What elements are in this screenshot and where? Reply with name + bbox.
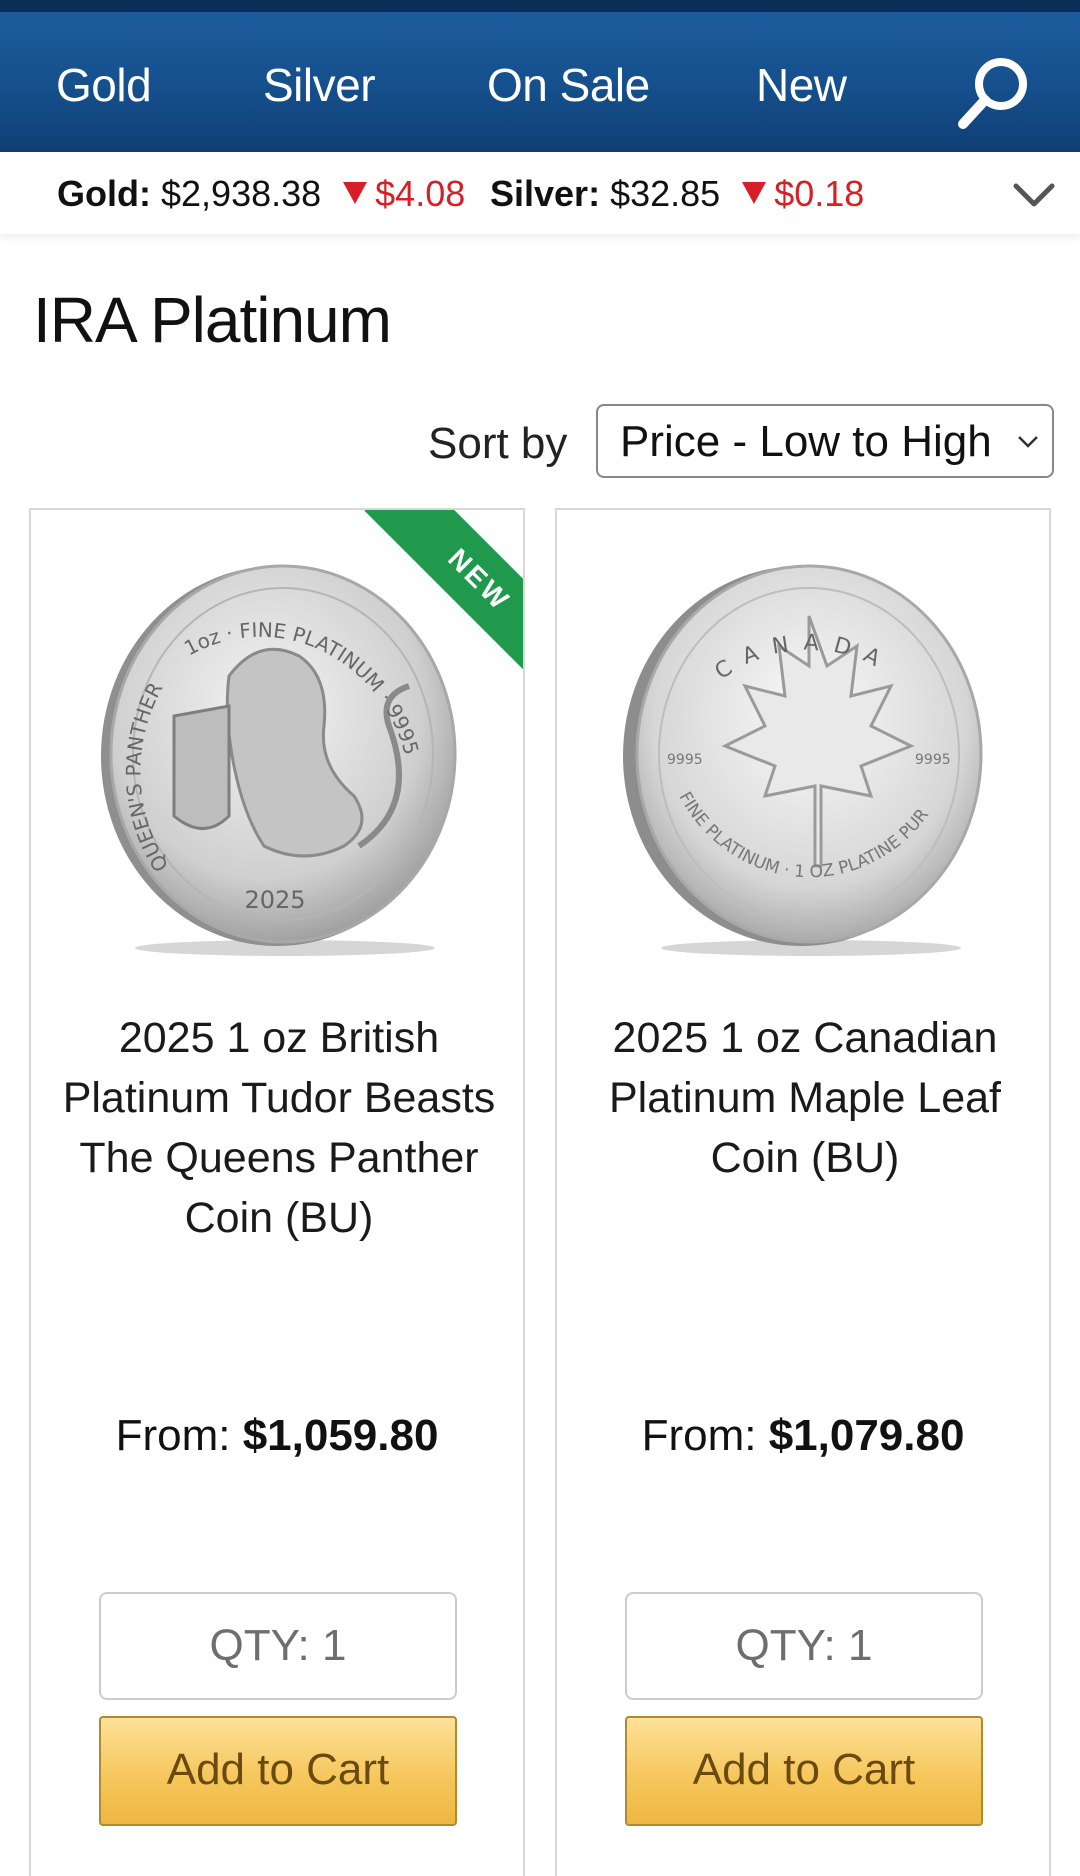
gold-spot-label: Gold: bbox=[57, 173, 151, 214]
price-value: $1,079.80 bbox=[768, 1411, 965, 1460]
sort-selected-value: Price - Low to High bbox=[620, 417, 992, 466]
sort-select[interactable]: Price - Low to High bbox=[596, 404, 1054, 478]
silver-spot-price: $32.85 bbox=[610, 173, 721, 214]
silver-spot-label: Silver: bbox=[490, 173, 601, 214]
top-nav-bar: Gold Silver On Sale New bbox=[0, 0, 1080, 152]
add-to-cart-button[interactable]: Add to Cart bbox=[625, 1716, 983, 1826]
silver-spot-change: $0.18 bbox=[774, 173, 865, 214]
price-prefix: From: bbox=[115, 1411, 231, 1460]
chevron-down-icon[interactable] bbox=[1012, 180, 1056, 210]
page-title: IRA Platinum bbox=[33, 284, 392, 356]
price-value: $1,059.80 bbox=[242, 1411, 439, 1460]
product-name-link[interactable]: 2025 1 oz Canadian Platinum Maple Leaf C… bbox=[577, 1008, 1033, 1188]
quantity-input[interactable]: QTY: 1 bbox=[625, 1592, 983, 1700]
product-card: 2025 1oz · FINE PLATINUM · 9995 QUEEN'S … bbox=[29, 508, 525, 1876]
coin-left-purity: 9995 bbox=[667, 752, 703, 768]
product-price: From: $1,079.80 bbox=[557, 1408, 1049, 1464]
nav-item-silver[interactable]: Silver bbox=[263, 56, 376, 114]
silver-spot-ticker: Silver: $32.85 $0.18 bbox=[490, 172, 864, 216]
coin-right-purity: 9995 bbox=[915, 752, 951, 768]
product-card: CANADA 9995 9995 FINE PLATINUM · 1 OZ PL… bbox=[555, 508, 1051, 1876]
product-price: From: $1,059.80 bbox=[31, 1408, 523, 1464]
add-to-cart-button[interactable]: Add to Cart bbox=[99, 1716, 457, 1826]
product-name-link[interactable]: 2025 1 oz British Platinum Tudor Beasts … bbox=[51, 1008, 507, 1248]
gold-spot-price: $2,938.38 bbox=[161, 173, 322, 214]
nav-item-on-sale[interactable]: On Sale bbox=[487, 56, 650, 114]
down-arrow-icon bbox=[343, 182, 368, 204]
new-badge: NEW bbox=[325, 510, 523, 708]
chevron-down-icon bbox=[1018, 436, 1038, 448]
quantity-input[interactable]: QTY: 1 bbox=[99, 1592, 457, 1700]
sort-label: Sort by bbox=[428, 419, 568, 468]
nav-item-gold[interactable]: Gold bbox=[56, 56, 152, 114]
search-icon[interactable] bbox=[955, 52, 1035, 132]
down-arrow-icon bbox=[742, 182, 767, 204]
price-prefix: From: bbox=[641, 1411, 757, 1460]
new-badge-label: NEW bbox=[364, 510, 523, 695]
spot-price-bar: Gold: $2,938.38 $4.08 Silver: $32.85 $0.18 bbox=[0, 152, 1080, 234]
gold-spot-ticker: Gold: $2,938.38 $4.08 bbox=[57, 172, 465, 216]
coin-image-maple-leaf[interactable]: CANADA 9995 9995 FINE PLATINUM · 1 OZ PL… bbox=[605, 546, 1005, 966]
gold-spot-change: $4.08 bbox=[375, 173, 466, 214]
nav-item-new[interactable]: New bbox=[756, 56, 847, 114]
coin-year-text: 2025 bbox=[244, 886, 305, 914]
